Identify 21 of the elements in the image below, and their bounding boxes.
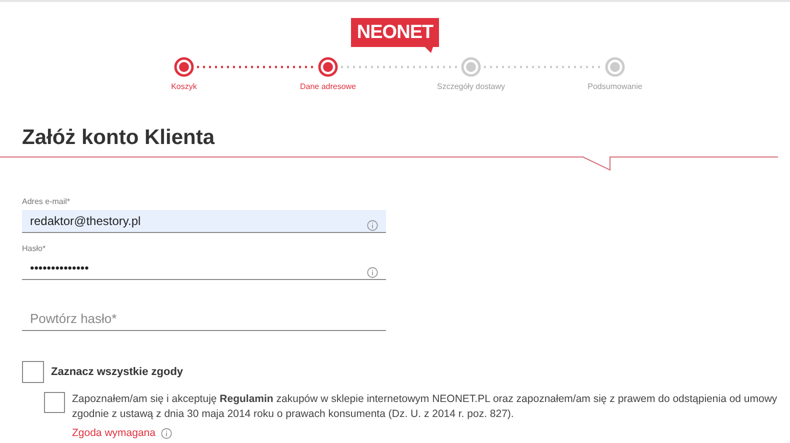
required-note: Zgoda wymagana <box>72 426 156 441</box>
field-label: Adres e-mail* <box>22 196 72 208</box>
page-title: Załóż konto Klienta <box>22 127 216 148</box>
logo-tail-icon <box>425 47 434 53</box>
field-label: Hasło* <box>22 243 47 255</box>
checkbox-label: Zaznacz wszystkie zgody <box>51 364 184 380</box>
step-label: Koszyk <box>171 81 197 93</box>
consent-text: Zapoznałem/am się i akceptuję Regulamin zakupów w sklepie internetowym NEONET.PL oraz zapoznałem/am się z prawem do odstąpienia od umowy zgodnie z ustawą z dnia 30 maja 2014 roku o prawach konsumenta (Dz. U. z 2014 r. poz. 827). <box>72 392 778 422</box>
logo[interactable]: NEONET <box>350 18 440 47</box>
step-label: Podsumowanie <box>588 81 642 93</box>
checkbox[interactable] <box>22 361 44 383</box>
step-label: Szczegóły dostawy <box>436 81 506 93</box>
field-value: redaktor@thestory.pl <box>30 214 141 228</box>
field-value: •••••••••••••• <box>30 261 89 275</box>
placeholder-text: Powtórz hasło* <box>30 311 117 326</box>
info-icon[interactable] <box>367 220 378 230</box>
step-label: Dane adresowe <box>300 81 356 93</box>
info-icon[interactable] <box>161 428 172 440</box>
input-field[interactable]: redaktor@thestory.pl <box>22 210 386 233</box>
info-icon[interactable] <box>367 266 378 278</box>
checkbox[interactable] <box>44 392 65 413</box>
